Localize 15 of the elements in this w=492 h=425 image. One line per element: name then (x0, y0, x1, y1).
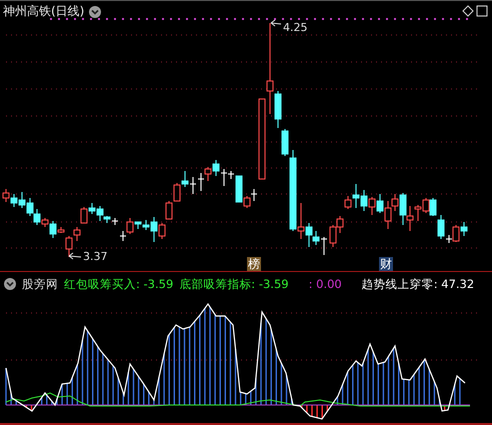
indicator-readout: : 0.00 (308, 277, 342, 291)
dropdown-icon[interactable] (4, 278, 16, 290)
price-label: 4.25 (283, 21, 308, 34)
indicator-readout: 红包吸筹买入: -3.59 (64, 276, 174, 292)
high-price-arrow-icon (270, 20, 282, 26)
indicator-name: 股旁网 (22, 276, 58, 292)
indicator-readout: 趋势线上穿零: 47.32 (362, 276, 474, 292)
window-controls-icon[interactable] (462, 5, 488, 17)
event-marker[interactable]: 财 (379, 257, 393, 271)
event-marker[interactable]: 榜 (247, 257, 261, 271)
indicator-readout: 底部吸筹指标: -3.59 (179, 276, 289, 292)
dropdown-icon[interactable] (89, 6, 102, 18)
chart-title: 神州高铁(日线) (3, 3, 84, 20)
low-price-arrow-icon (68, 252, 82, 260)
price-label: 3.37 (83, 250, 108, 263)
